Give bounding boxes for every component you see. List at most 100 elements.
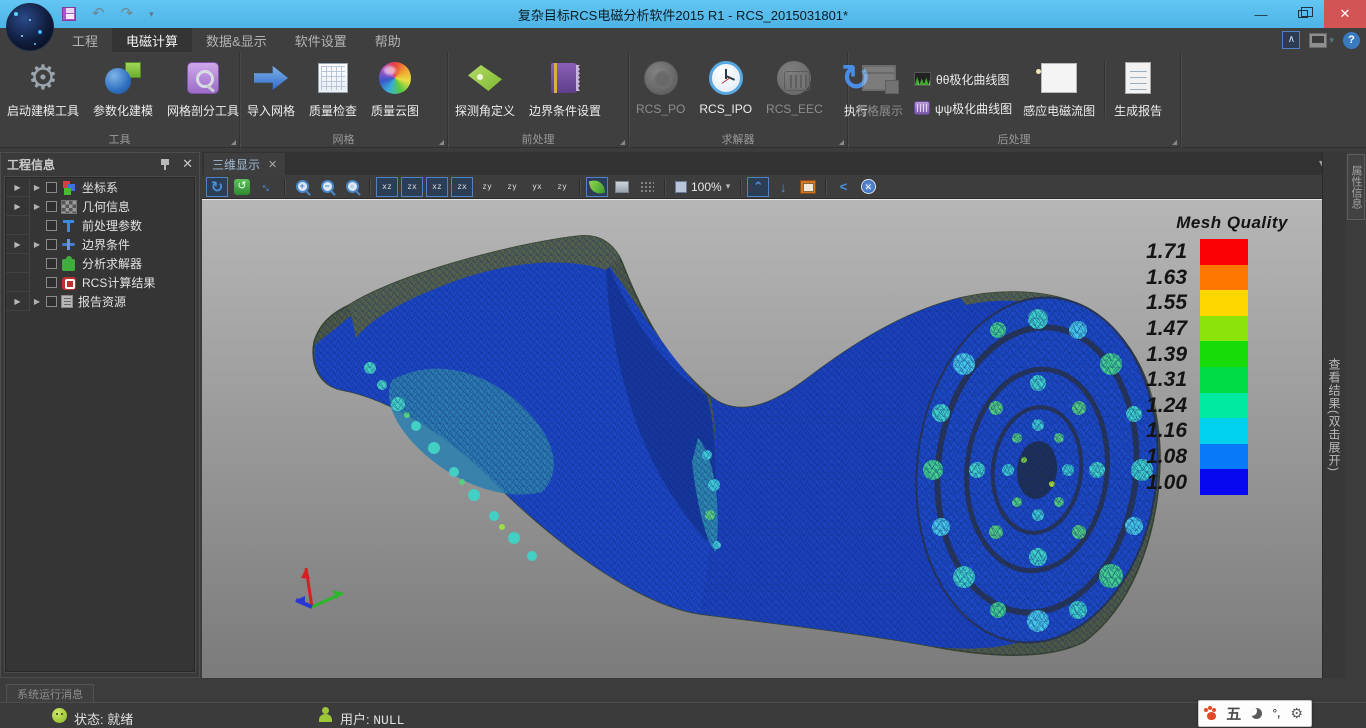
zoom-in-button[interactable]: + [291,177,313,197]
system-messages-tab[interactable]: 系统运行消息 [6,684,94,702]
psi-polarization-curve-button[interactable]: ψψ极化曲线图 [910,95,1016,121]
tree-item-coordinate-system[interactable]: ▶ ▶ 坐标系 [6,178,194,197]
flip-view-button[interactable]: ⌃ [747,177,769,197]
menu-tab-help[interactable]: 帮助 [361,28,415,52]
legend-entry: 1.47 [1125,316,1300,342]
tree-checkbox[interactable] [46,220,57,231]
dialog-launcher-icon[interactable] [839,140,844,145]
induced-current-map-button[interactable]: 感应电磁流图 [1016,55,1102,132]
rcs-po-button[interactable]: RCS_PO [629,55,692,132]
ime-fullwidth-moon-icon[interactable] [1251,708,1262,719]
view-orientation-button[interactable]: yx [526,177,548,197]
tree-item-analysis-solver[interactable]: 分析求解器 [6,254,194,273]
tree-checkbox[interactable] [46,258,57,269]
zoom-level-select[interactable]: 100% ▾ [671,177,734,197]
dot-grid-icon [640,181,654,193]
tree-item-preprocess-params[interactable]: 前处理参数 [6,216,194,235]
theta-polarization-curve-button[interactable]: θθ极化曲线图 [910,66,1016,92]
rcs-ipo-button[interactable]: RCS_IPO [692,55,759,132]
expand-arrow-icon[interactable]: ▶ [30,240,44,249]
tab-close-icon[interactable]: ✕ [268,158,277,171]
dialog-launcher-icon[interactable] [439,140,444,145]
table-display-button[interactable]: 表格展示 [848,55,910,132]
app-logo[interactable] [6,3,54,51]
boundary-condition-button[interactable]: 边界条件设置 [522,55,608,132]
shaded-display-button[interactable] [586,177,608,197]
view-orientation-button[interactable]: zy [476,177,498,197]
view-orientation-button[interactable]: xz [426,177,448,197]
ime-punctuation-toggle[interactable]: °, [1273,708,1280,720]
ime-settings-gear-icon[interactable]: ⚙ [1290,705,1303,722]
properties-collapsed-tab[interactable]: 属性信息 [1347,154,1365,220]
import-mesh-button[interactable]: 导入网格 [240,55,302,132]
results-strip-label: 查看结果(双击展开) [1326,358,1343,472]
view-orientation-button[interactable]: zx [401,177,423,197]
pin-icon[interactable] [160,158,170,170]
dialog-launcher-icon[interactable] [620,140,625,145]
points-display-button[interactable] [636,177,658,197]
mesh-partition-tool-button[interactable]: 网格剖分工具 [160,55,246,132]
expand-arrow-icon[interactable]: ▶ [30,183,44,192]
project-panel-header: 工程信息 ✕ [1,153,199,175]
menu-tab-project[interactable]: 工程 [58,28,112,52]
quality-check-button[interactable]: 质量检查 [302,55,364,132]
tree-item-rcs-results[interactable]: RCS计算结果 [6,273,194,292]
ime-language-toggle[interactable]: 五 [1226,703,1241,724]
clear-view-button[interactable]: ✕ [857,177,879,197]
menu-tab-data-display[interactable]: 数据&显示 [192,28,281,52]
expand-arrow-icon[interactable]: ▶ [14,183,20,192]
tree-item-geometry-info[interactable]: ▶ ▶ 几何信息 [6,197,194,216]
zoom-fit-button[interactable]: ▫ [341,177,363,197]
panel-close-icon[interactable]: ✕ [182,158,193,170]
zoom-fit-icon: ▫ [346,180,359,193]
wireframe-display-button[interactable] [611,177,633,197]
mirror-button[interactable]: < [832,177,854,197]
results-collapsed-panel[interactable]: 查看结果(双击展开) [1322,152,1346,678]
rcs-eec-button[interactable]: RCS_EEC [759,55,830,132]
tree-checkbox[interactable] [46,182,57,193]
menu-tab-settings[interactable]: 软件设置 [281,28,361,52]
expand-arrow-icon[interactable]: ▶ [14,297,20,306]
pan-view-button[interactable]: ↔ [256,177,278,197]
menu-tab-em-computation[interactable]: 电磁计算 [112,28,192,52]
3d-viewport-canvas[interactable]: Mesh Quality 1.71 1.63 1.55 1.47 1.39 1.… [202,199,1322,678]
dialog-launcher-icon[interactable] [1172,140,1177,145]
probe-angle-button[interactable]: 探测角定义 [448,55,522,132]
tree-checkbox[interactable] [46,201,57,212]
quality-contour-button[interactable]: 质量云图 [364,55,426,132]
close-button[interactable]: ✕ [1324,0,1366,28]
expand-arrow-icon[interactable]: ▶ [14,240,20,249]
menu-tab-row: 工程 电磁计算 数据&显示 软件设置 帮助 ∧ ▾ ? [0,28,1366,52]
tree-checkbox[interactable] [46,277,57,288]
launch-modeling-tool-button[interactable]: ⚙ 启动建模工具 [0,55,86,132]
expand-arrow-icon[interactable]: ▶ [30,202,44,211]
tree-checkbox[interactable] [46,296,57,307]
orbit-view-button[interactable]: ↺ [231,177,253,197]
collapse-ribbon-icon[interactable]: ∧ [1282,31,1300,49]
tab-3d-display[interactable]: 三维显示 ✕ [204,153,285,175]
tree-checkbox[interactable] [46,239,57,250]
tree-item-boundary-conditions[interactable]: ▶ ▶ 边界条件 [6,235,194,254]
view-orientation-button[interactable]: xz [376,177,398,197]
parametric-modeling-button[interactable]: 参数化建模 [86,55,160,132]
ime-logo-paw-icon[interactable] [1207,712,1216,720]
expand-arrow-icon[interactable]: ▶ [30,297,44,306]
view-orientation-button[interactable]: zy [551,177,573,197]
dialog-launcher-icon[interactable] [231,140,236,145]
zoom-out-button[interactable]: − [316,177,338,197]
minimize-button[interactable]: — [1240,0,1282,28]
tree-item-report-resources[interactable]: ▶ ▶ 报告资源 [6,292,194,311]
export-image-button[interactable] [797,177,819,197]
generate-report-button[interactable]: 生成报告 [1107,55,1169,132]
rotate-view-button[interactable]: ↻ [206,177,228,197]
view-orientation-button[interactable]: zy [501,177,523,197]
expand-arrow-icon[interactable]: ▶ [14,202,20,211]
help-icon[interactable]: ? [1343,32,1360,49]
display-style-button[interactable]: ▾ [1309,33,1334,48]
legend-entry: 1.63 [1125,265,1300,291]
report-pages-icon [1125,62,1151,94]
arrow-down-button[interactable]: ↓ [772,177,794,197]
legend-entry: 1.00 [1125,469,1300,495]
view-orientation-button[interactable]: zx [451,177,473,197]
restore-button[interactable] [1282,0,1324,28]
